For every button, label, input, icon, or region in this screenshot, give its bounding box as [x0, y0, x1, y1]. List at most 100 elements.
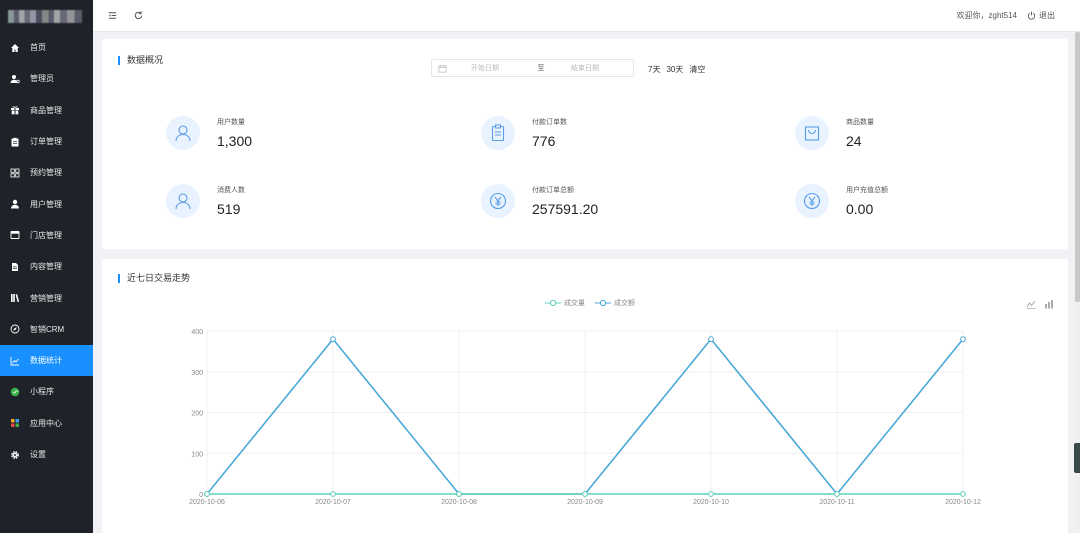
stat-paid-orders: 付款订单数 776 — [481, 116, 567, 150]
start-date-input[interactable]: 开始日期 — [471, 63, 531, 73]
sidebar-item-label: 门店管理 — [30, 230, 62, 240]
date-range-picker[interactable]: 开始日期 至 结束日期 — [431, 59, 634, 77]
y-tick-label: 0 — [199, 492, 203, 499]
overview-card: 数据概况 开始日期 至 结束日期 7天 30天 清空 用户数量 1,300 付款订… — [102, 39, 1068, 249]
date-separator: 至 — [537, 65, 545, 72]
sidebar-item-admin[interactable]: 管理员 — [0, 63, 93, 94]
sidebar-item-label: 智销CRM — [30, 324, 65, 334]
sidebar-item-users[interactable]: 用户管理 — [0, 188, 93, 219]
stat-value: 1,300 — [217, 133, 253, 149]
gear-icon — [9, 449, 20, 460]
refresh-icon[interactable] — [131, 9, 145, 23]
stat-label: 商品数量 — [846, 119, 874, 126]
x-tick-label: 2020-10-07 — [315, 499, 351, 506]
top-bar: 欢迎你，zght514 退出 — [93, 0, 1080, 32]
sidebar-item-orders[interactable]: 订单管理 — [0, 126, 93, 157]
data-point-volume — [204, 491, 210, 497]
stat-value: 257591.20 — [532, 201, 599, 217]
app-logo[interactable] — [0, 0, 93, 32]
logo-image — [8, 9, 82, 23]
stat-label: 消费人数 — [217, 187, 245, 194]
quick-clear[interactable]: 清空 — [689, 64, 705, 75]
data-point-volume — [834, 491, 840, 497]
quick-30-days[interactable]: 30天 — [666, 64, 683, 75]
books-icon — [9, 293, 20, 304]
logout-button[interactable]: 退出 — [1027, 10, 1055, 21]
stat-paid-total: 付款订单总额 257591.20 — [481, 184, 598, 218]
x-tick-label: 2020-10-11 — [819, 499, 854, 506]
stat-label: 用户充值总额 — [846, 187, 888, 194]
x-tick-label: 2020-10-09 — [567, 499, 603, 506]
calendar-icon — [438, 64, 447, 72]
data-point-amount — [960, 336, 966, 343]
end-date-input[interactable]: 结束日期 — [571, 63, 599, 73]
trend-card: 近七日交易走势 成交量 成交额 0 100 200 300 400 2020-10-06 2… — [102, 259, 1068, 533]
sidebar-item-marketing[interactable]: 营销管理 — [0, 282, 93, 313]
sidebar-nav: 首页 管理员 商品管理 订单管理 预约管理 用户管理 门店管理 内容管理 营销管… — [0, 32, 93, 470]
side-floating-tab[interactable] — [1074, 443, 1080, 473]
sidebar-item-app-center[interactable]: 应用中心 — [0, 408, 93, 439]
stat-consumers: 消费人数 519 — [166, 184, 245, 218]
x-tick-label: 2020-10-06 — [189, 499, 225, 506]
sidebar-item-settings[interactable]: 设置 — [0, 439, 93, 470]
sidebar-item-home[interactable]: 首页 — [0, 32, 93, 63]
stat-label: 付款订单总额 — [532, 187, 574, 194]
user-area: 欢迎你，zght514 退出 — [957, 10, 1080, 21]
sidebar-item-label: 预约管理 — [30, 168, 62, 178]
stat-product-count: 商品数量 24 — [795, 116, 874, 150]
y-tick-label: 400 — [191, 329, 203, 336]
data-point-amount — [708, 336, 714, 343]
sidebar-item-label: 首页 — [30, 43, 46, 53]
sidebar-item-label: 小程序 — [30, 387, 54, 397]
x-tick-label: 2020-10-12 — [945, 499, 981, 506]
page-scrollbar-thumb[interactable] — [1075, 32, 1080, 302]
stat-label: 用户数量 — [217, 119, 245, 126]
welcome-text: 欢迎你，zght514 — [956, 11, 1017, 20]
quick-7-days[interactable]: 7天 — [648, 64, 660, 75]
collapse-menu-icon[interactable] — [105, 9, 119, 23]
data-point-volume — [708, 491, 714, 497]
compass-icon — [9, 324, 20, 335]
home-icon — [9, 42, 20, 53]
sidebar-item-statistics[interactable]: 数据统计 — [0, 344, 93, 377]
sidebar-item-products[interactable]: 商品管理 — [0, 95, 93, 126]
sidebar-item-crm[interactable]: 智销CRM — [0, 314, 93, 345]
document-icon — [9, 261, 20, 272]
stat-value: 519 — [217, 201, 241, 217]
y-tick-label: 100 — [191, 451, 203, 458]
power-icon — [1027, 11, 1036, 20]
bag-outline-icon — [795, 116, 829, 150]
stat-user-count: 用户数量 1,300 — [166, 116, 252, 150]
grid-icon — [9, 167, 20, 178]
sidebar-item-label: 订单管理 — [30, 137, 62, 147]
sidebar-item-content[interactable]: 内容管理 — [0, 251, 93, 282]
yuan-circle-icon — [481, 184, 515, 218]
stat-recharge-total: 用户充值总额 0.00 — [795, 184, 888, 218]
data-point-volume — [582, 491, 588, 497]
y-tick-label: 300 — [191, 370, 203, 377]
user-icon — [9, 199, 20, 210]
quick-range: 7天 30天 清空 — [648, 64, 705, 75]
apps-icon — [9, 418, 20, 429]
y-tick-label: 200 — [191, 411, 203, 418]
sidebar-item-label: 应用中心 — [30, 418, 62, 428]
stat-label: 付款订单数 — [532, 119, 567, 126]
logout-label: 退出 — [1039, 11, 1055, 20]
data-point-volume — [330, 491, 336, 497]
sidebar-item-reservations[interactable]: 预约管理 — [0, 157, 93, 188]
stat-value: 776 — [532, 133, 556, 149]
data-point-volume — [960, 491, 966, 497]
sidebar-item-stores[interactable]: 门店管理 — [0, 220, 93, 251]
clipboard-outline-icon — [481, 116, 515, 150]
yuan-circle-icon — [795, 184, 829, 218]
overview-title: 数据概况 — [118, 56, 163, 65]
user-outline-icon — [166, 116, 200, 150]
mini-program-icon — [9, 386, 20, 397]
data-point-volume — [456, 491, 462, 497]
sidebar: 首页 管理员 商品管理 订单管理 预约管理 用户管理 门店管理 内容管理 营销管… — [0, 0, 93, 533]
chart-icon — [9, 355, 20, 366]
x-tick-label: 2020-10-10 — [693, 499, 729, 506]
sidebar-item-mini-program[interactable]: 小程序 — [0, 376, 93, 407]
user-outline-icon — [166, 184, 200, 218]
stat-value: 24 — [846, 133, 862, 149]
